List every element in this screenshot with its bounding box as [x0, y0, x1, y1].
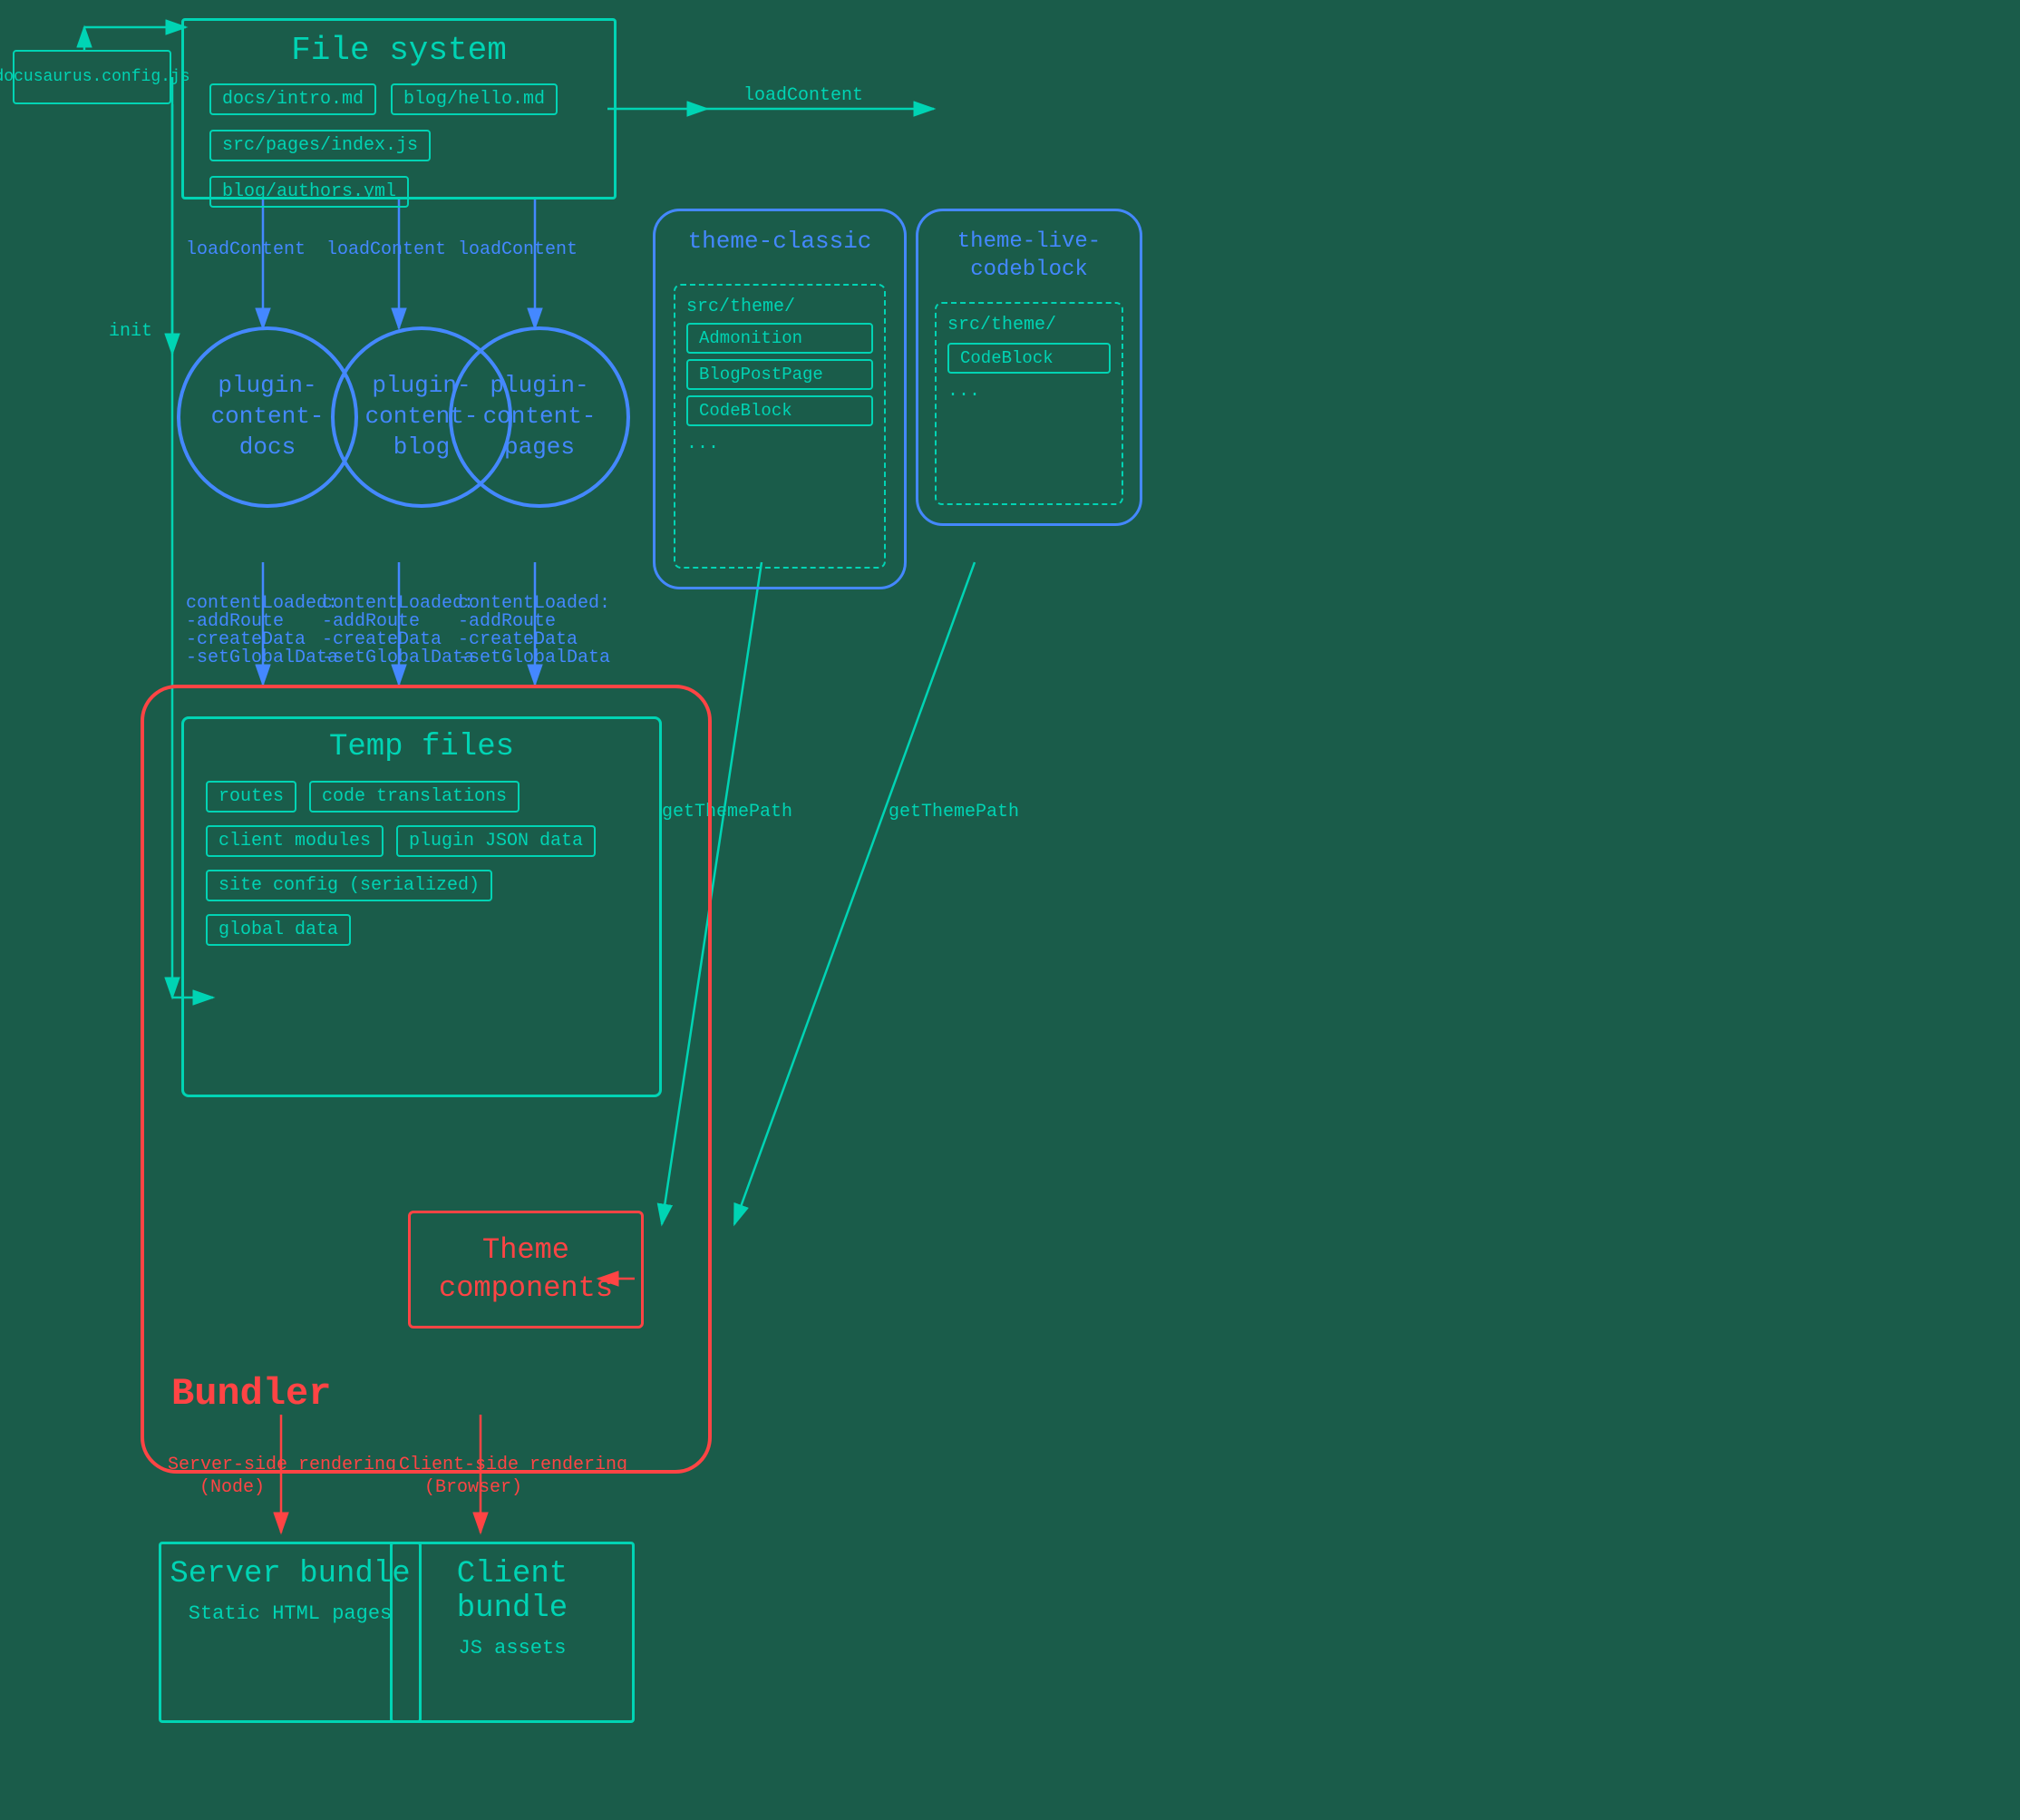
- init-label: init: [109, 321, 152, 342]
- temp-routes: routes: [206, 781, 296, 813]
- temp-global-data: global data: [206, 914, 351, 946]
- file-blog-authors: blog/authors.yml: [209, 176, 409, 208]
- filesystem-title: File system: [184, 21, 614, 76]
- temp-code-translations: code translations: [309, 781, 520, 813]
- bundler-label: Bundler: [171, 1372, 331, 1416]
- theme-live-inner: src/theme/ CodeBlock ...: [935, 302, 1123, 505]
- plugin-docs-label: plugin-content-docs: [211, 371, 325, 462]
- loadcontent3-label: loadContent: [458, 239, 578, 260]
- server-bundle-label: Server bundle: [161, 1544, 419, 1597]
- filesystem-box: File system docs/intro.md blog/hello.md …: [181, 18, 617, 200]
- config-label: docusaurus.config.js: [0, 68, 190, 86]
- blogpostpage-item: BlogPostPage: [686, 359, 873, 390]
- contentloaded2b-label: -addRoute: [322, 611, 420, 632]
- loadcontent1-label: loadContent: [186, 239, 306, 260]
- client-bundle-sub: JS assets: [393, 1631, 632, 1665]
- theme-live-codeblock-box: theme-live-codeblock src/theme/ CodeBloc…: [916, 209, 1142, 526]
- theme-classic-box: theme-classic src/theme/ Admonition Blog…: [653, 209, 907, 589]
- contentloaded3b-label: -addRoute: [458, 611, 556, 632]
- loadcontent2-label: loadContent: [326, 239, 446, 260]
- serverrendering2-label: (Node): [199, 1477, 265, 1498]
- contentloaded2c-label: -createData: [322, 629, 442, 650]
- server-bundle-box: Server bundle Static HTML pages: [159, 1542, 422, 1723]
- contentloaded1c-label: -createData: [186, 629, 306, 650]
- contentloaded2-label: contentLoaded:: [322, 593, 474, 614]
- theme-components-box: Themecomponents: [408, 1211, 644, 1329]
- theme-components-label: Themecomponents: [439, 1231, 613, 1307]
- admonition-item: Admonition: [686, 323, 873, 354]
- config-box: docusaurus.config.js: [13, 50, 171, 104]
- theme-live-path: src/theme/: [947, 315, 1111, 336]
- contentloaded2d-label: -setGlobalData: [322, 647, 474, 668]
- contentloaded3-label: contentLoaded:: [458, 593, 610, 614]
- file-pages-index: src/pages/index.js: [209, 130, 431, 161]
- codeblock-classic-item: CodeBlock: [686, 395, 873, 426]
- contentloaded1b-label: -addRoute: [186, 611, 284, 632]
- client-bundle-box: Client bundle JS assets: [390, 1542, 635, 1723]
- temp-files-title: Temp files: [184, 719, 659, 774]
- theme-live-dots: ...: [947, 381, 1111, 402]
- theme-live-label: theme-live-codeblock: [918, 211, 1140, 293]
- temp-client-modules: client modules: [206, 825, 384, 857]
- contentloaded1-label: contentLoaded:: [186, 593, 338, 614]
- codeblock-live-item: CodeBlock: [947, 343, 1111, 374]
- temp-files-box: Temp files routes code translations clie…: [181, 716, 662, 1097]
- theme-classic-label: theme-classic: [656, 211, 904, 264]
- clientrendering2-label: (Browser): [424, 1477, 522, 1498]
- plugin-pages-circle: plugin-content-pages: [449, 326, 630, 508]
- temp-plugin-json: plugin JSON data: [396, 825, 596, 857]
- plugin-pages-label: plugin-content-pages: [483, 371, 597, 462]
- file-docs-intro: docs/intro.md: [209, 83, 376, 115]
- temp-site-config: site config (serialized): [206, 870, 492, 901]
- contentloaded3c-label: -createData: [458, 629, 578, 650]
- contentloaded3d-label: -setGlobalData: [458, 647, 610, 668]
- getthemepath2-label: getThemePath: [889, 802, 1019, 822]
- theme-classic-dots: ...: [686, 433, 873, 454]
- loadcontent4-label: loadContent: [743, 85, 863, 106]
- theme-classic-path: src/theme/: [686, 297, 873, 317]
- client-bundle-label: Client bundle: [393, 1544, 632, 1631]
- file-blog-hello: blog/hello.md: [391, 83, 558, 115]
- contentloaded1d-label: -setGlobalData: [186, 647, 338, 668]
- server-bundle-sub: Static HTML pages: [161, 1597, 419, 1630]
- theme-classic-inner: src/theme/ Admonition BlogPostPage CodeB…: [674, 284, 886, 569]
